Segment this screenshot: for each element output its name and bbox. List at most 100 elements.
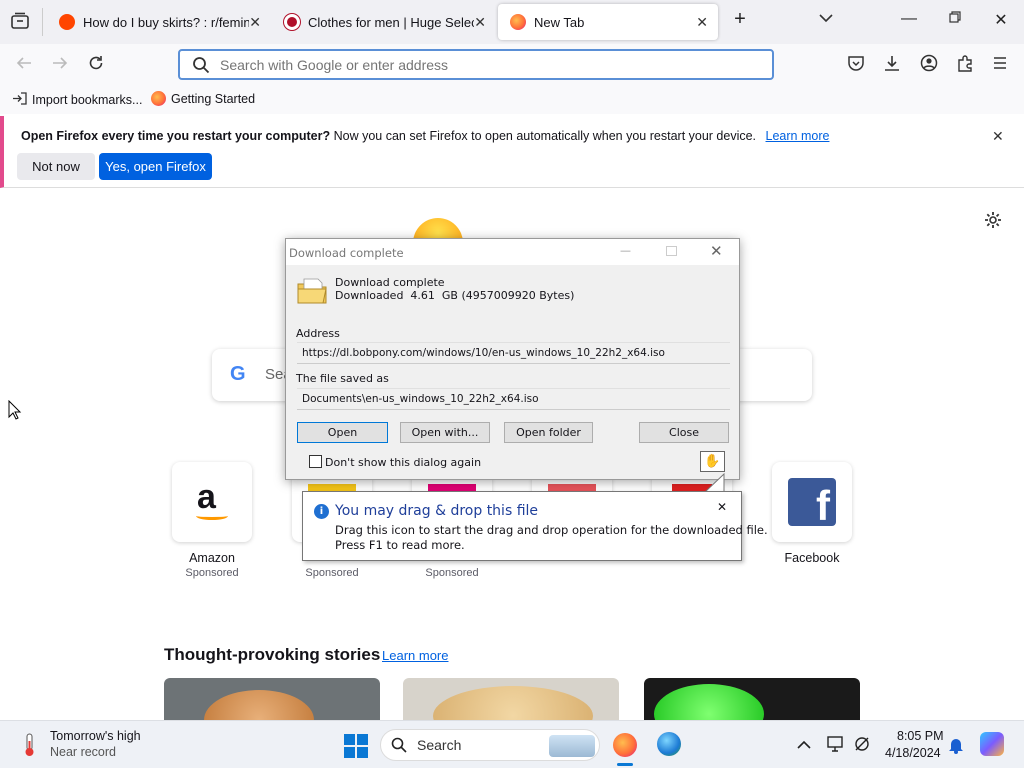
close-button[interactable]: Close (639, 422, 729, 443)
close-dialog-icon[interactable]: ✕ (710, 242, 723, 260)
google-icon: G (230, 363, 246, 385)
notification-bold-text: Open Firefox every time you restart your… (21, 129, 331, 143)
reload-icon[interactable] (84, 54, 108, 77)
url-bar[interactable] (178, 49, 774, 80)
tab-list-icon[interactable] (10, 12, 30, 30)
close-tab-icon[interactable]: ✕ (249, 14, 261, 31)
open-folder-button[interactable]: Open folder (504, 422, 593, 443)
close-window-icon[interactable]: ✕ (986, 10, 1016, 30)
bookmark-label: Getting Started (171, 91, 256, 106)
import-icon (12, 91, 27, 109)
new-tab-plus-icon[interactable]: + (725, 8, 755, 31)
taskbar-firefox-icon[interactable] (613, 733, 637, 757)
active-app-indicator (617, 763, 633, 766)
clock-time[interactable]: 8:05 PM (897, 729, 944, 743)
open-with-button[interactable]: Open with... (400, 422, 490, 443)
close-notification-icon[interactable]: ✕ (992, 128, 1004, 145)
tab-separator (42, 8, 43, 36)
extensions-icon[interactable] (953, 54, 977, 77)
taskbar-search-label: Search (417, 737, 462, 753)
reddit-icon (59, 14, 75, 30)
taskbar-globe-app-icon[interactable] (657, 732, 681, 756)
menu-icon[interactable] (988, 54, 1012, 77)
saved-as-field[interactable]: Documents\en-us_windows_10_22h2_x64.iso (297, 388, 730, 410)
facebook-icon: f (788, 478, 836, 526)
notification-message: Open Firefox every time you restart your… (21, 129, 829, 143)
tab-new-tab[interactable]: New Tab ✕ (498, 4, 718, 40)
shortcut-facebook[interactable]: f (772, 462, 852, 542)
drag-drop-icon[interactable]: ✋ (700, 451, 725, 472)
tab-title: Clothes for men | Huge Selectio (308, 14, 474, 30)
windows-start-icon[interactable] (344, 734, 368, 761)
search-icon (192, 56, 210, 77)
yes-open-firefox-button[interactable]: Yes, open Firefox (99, 153, 212, 180)
address-label: Address (296, 327, 340, 340)
network-offline-icon[interactable] (853, 735, 871, 756)
bookmark-label: Import bookmarks... (32, 93, 143, 107)
shortcut-amazon[interactable]: a (172, 462, 252, 542)
maximize-icon[interactable] (940, 10, 970, 28)
download-complete-dialog: Download complete — ✕ Download complete … (285, 238, 740, 480)
back-icon[interactable] (12, 54, 36, 77)
close-tab-icon[interactable]: ✕ (474, 14, 486, 31)
search-icon (391, 737, 407, 756)
bookmark-getting-started[interactable]: Getting Started (151, 91, 255, 106)
search-highlight-image (549, 735, 595, 757)
minimize-icon[interactable]: — (620, 244, 631, 257)
tab-clothes[interactable]: Clothes for men | Huge Selectio ✕ (272, 4, 496, 40)
story-card[interactable] (403, 678, 619, 723)
address-field[interactable]: https://dl.bobpony.com/windows/10/en-us_… (297, 342, 730, 364)
chevron-down-icon[interactable] (811, 10, 841, 28)
tab-strip: How do I buy skirts? : r/feminin ✕ Cloth… (0, 0, 1024, 44)
weather-subtitle: Near record (50, 745, 116, 759)
not-now-button[interactable]: Not now (17, 153, 95, 180)
firefox-icon (151, 91, 166, 106)
mouse-cursor-icon (8, 400, 22, 420)
stories-learn-more-link[interactable]: Learn more (382, 648, 448, 663)
gear-icon[interactable] (984, 211, 1002, 232)
display-icon[interactable] (827, 735, 845, 756)
open-button[interactable]: Open (297, 422, 388, 443)
chevron-up-icon[interactable] (797, 738, 811, 753)
thermometer-icon (22, 733, 38, 760)
dialog-title: Download complete (289, 246, 404, 260)
tab-title: New Tab (534, 14, 585, 30)
forward-icon[interactable] (48, 54, 72, 77)
maximize-icon (666, 246, 677, 256)
shop-icon (284, 14, 300, 30)
drag-drop-tooltip: i You may drag & drop this file ✕ Drag t… (302, 491, 768, 561)
shortcut-label: Amazon (189, 551, 235, 565)
bookmarks-toolbar: Import bookmarks... Getting Started (0, 86, 1024, 114)
story-card[interactable] (644, 678, 860, 723)
windows-taskbar: Tomorrow's high Near record Search 8:05 … (0, 720, 1024, 768)
amazon-smile-icon (196, 512, 228, 520)
clock-date[interactable]: 4/18/2024 (885, 746, 941, 760)
sponsored-label: Sponsored (305, 567, 359, 579)
close-tooltip-icon[interactable]: ✕ (717, 500, 727, 514)
download-icon[interactable] (880, 54, 904, 77)
tooltip-line-1: Drag this icon to start the drag and dro… (335, 523, 768, 537)
story-card[interactable] (164, 678, 380, 723)
stories-heading: Thought-provoking stories (164, 645, 381, 664)
close-tab-icon[interactable]: ✕ (696, 14, 708, 31)
dont-show-label: Don't show this dialog again (325, 456, 482, 469)
weather-widget[interactable]: Tomorrow's high Near record (18, 729, 158, 763)
account-icon[interactable] (917, 54, 941, 77)
notification-bell-icon[interactable] (948, 736, 964, 757)
learn-more-link[interactable]: Learn more (766, 129, 830, 143)
taskbar-search-box[interactable]: Search (380, 729, 600, 761)
copilot-icon[interactable] (980, 732, 1004, 756)
bookmark-import[interactable]: Import bookmarks... (12, 91, 142, 109)
story-image (654, 684, 764, 723)
minimize-icon[interactable]: — (894, 10, 924, 28)
dialog-titlebar: Download complete — ✕ (286, 239, 739, 265)
tab-reddit[interactable]: How do I buy skirts? : r/feminin ✕ (47, 4, 271, 40)
sponsored-label: Sponsored (185, 567, 239, 579)
pocket-icon[interactable] (844, 54, 868, 77)
tooltip-line-2: Press F1 to read more. (335, 538, 465, 552)
dialog-subheading: Downloaded 4.61 GB (4957009920 Bytes) (335, 289, 575, 302)
dont-show-checkbox[interactable] (309, 455, 322, 468)
notification-text: Now you can set Firefox to open automati… (330, 129, 757, 143)
address-input[interactable] (220, 55, 760, 75)
firefox-icon (510, 14, 526, 30)
